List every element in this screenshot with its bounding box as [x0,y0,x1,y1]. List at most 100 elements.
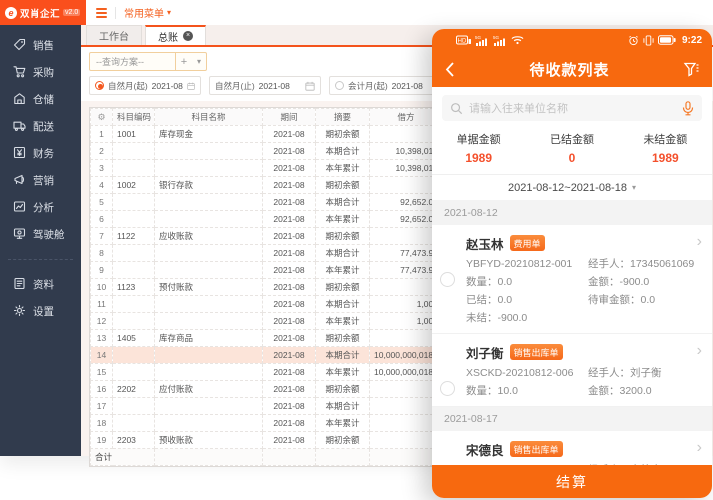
sidebar-item-tag[interactable]: 销售 [0,32,81,59]
settle-button[interactable]: 结算 [432,465,712,498]
voice-input-icon[interactable] [682,101,694,116]
menu-toggle-icon[interactable] [96,8,107,18]
tab-总账[interactable]: 总账× [145,25,206,45]
table-cell: 2021-08 [263,160,316,177]
table-row[interactable]: 101123预付账款2021-08期初余额0 [91,279,443,296]
chevron-down-icon: ▾ [167,8,171,17]
stat-value: 0 [525,151,618,165]
table-row[interactable]: 22021-08本期合计10,398,017 [91,143,443,160]
stat-value: 1989 [619,151,712,165]
calendar-icon[interactable] [187,81,195,91]
table-row[interactable]: 11001库存现金2021-08期初余额0 [91,126,443,143]
stat-已结金额: 已结金额 0 [525,131,618,165]
table-cell [113,160,155,177]
table-cell: 17 [91,398,113,415]
table-row[interactable]: 142021-08本期合计10,000,000,018,8⋯ [91,347,443,364]
table-cell [155,296,263,313]
add-query-plan-button[interactable]: + [176,56,192,68]
table-cell: 2021-08 [263,432,316,449]
table-cell: 期初余额 [316,330,370,347]
search-input[interactable]: 请输入往来单位名称 [442,95,702,121]
sidebar-item-warehouse[interactable]: 仓储 [0,86,81,113]
filter-funnel-icon[interactable] [683,61,700,78]
table-cell: 2021-08 [263,398,316,415]
detail-right: 待审金额：0.0 [588,294,700,306]
stat-label: 已结金额 [525,131,618,147]
stat-单据金额: 单据金额1989 [432,131,525,165]
date-range-selector[interactable]: 2021-08-12~2021-08-18 ▾ [432,175,712,201]
radio-unselected-icon[interactable] [335,81,344,90]
table-cell: 预收账款 [155,432,263,449]
table-cell [113,415,155,432]
table-cell: 10 [91,279,113,296]
sidebar-item-marketing[interactable]: 营销 [0,167,81,194]
svg-text:HD: HD [458,39,467,45]
table-row[interactable]: 112021-08本期合计1,000 [91,296,443,313]
logo-icon: e [5,7,17,19]
table-cell: 8 [91,245,113,262]
sidebar-item-dashboard[interactable]: 驾驶舱 [0,221,81,248]
table-row[interactable]: 71122应收账款2021-08期初余额0 [91,228,443,245]
table-cell: 1123 [113,279,155,296]
hd-volte-icon: HD [456,35,471,45]
sidebar-item-analytics[interactable]: 分析 [0,194,81,221]
date-value: 2021-08 [152,81,183,91]
table-row[interactable]: 52021-08本期合计92,652.05 [91,194,443,211]
table-row[interactable]: 152021-08本年累计10,000,000,018,8⋯ [91,364,443,381]
table-row[interactable]: 172021-08本期合计0 [91,398,443,415]
table-cell: 2021-08 [263,415,316,432]
chevron-down-icon[interactable]: ▾ [192,57,206,66]
filter-label: 自然月(止) [215,80,255,92]
table-cell: 2021-08 [263,228,316,245]
query-plan-select[interactable]: --查询方案-- + ▾ [89,52,207,71]
table-cell: 12 [91,313,113,330]
table-row[interactable]: 92021-08本年累计77,473.95 [91,262,443,279]
column-settings-gear-icon[interactable]: ⚙ [91,109,113,126]
close-tab-icon[interactable]: × [183,31,193,41]
sidebar-item-docs[interactable]: 资料 [0,271,81,298]
back-icon[interactable] [444,61,456,78]
table-cell: 预付账款 [155,279,263,296]
table-row[interactable]: 41002银行存款2021-08期初余额0 [91,177,443,194]
tab-工作台[interactable]: 工作台 [86,25,142,45]
calendar-icon[interactable] [305,81,315,91]
table-cell: 2021-08 [263,381,316,398]
sidebar-item-finance[interactable]: 财务 [0,140,81,167]
table-row[interactable]: 192203预收账款2021-08期初余额0 [91,432,443,449]
stat-未结金额: 未结金额1989 [619,131,712,165]
table-row[interactable]: 131405库存商品2021-08期初余额0 [91,330,443,347]
card-detail-row: YBFYD-20210812-001经手人：17345061069 [466,258,700,270]
receivable-card[interactable]: 刘子衡销售出库单›XSCKD-20210812-006经手人：刘子衡数量：10.… [432,334,712,407]
customer-name: 宋德良 [466,440,504,459]
sidebar-item-truck[interactable]: 配送 [0,113,81,140]
natural-month-start-filter[interactable]: 自然月(起) 2021-08 [89,76,201,95]
table-cell: 应收账款 [155,228,263,245]
table-row[interactable]: 122021-08本年累计1,000 [91,313,443,330]
customer-name: 刘子衡 [466,343,504,362]
table-cell: 库存现金 [155,126,263,143]
table-cell: 1001 [113,126,155,143]
ledger-table: ⚙科目编码科目名称期间摘要借方 11001库存现金2021-08期初余额0220… [89,107,443,467]
sidebar-item-label: 营销 [33,173,54,188]
table-row[interactable]: 162202应付账款2021-08期初余额0 [91,381,443,398]
desktop-topbar: e 双肖企汇 v2.0 常用菜单 ▾ [0,0,713,25]
natural-month-end-filter[interactable]: 自然月(止) 2021-08 [209,76,321,95]
table-cell: 14 [91,347,113,364]
sidebar-item-cart[interactable]: 采购 [0,59,81,86]
table-row[interactable]: 62021-08本年累计92,652.05 [91,211,443,228]
phone-body: 请输入往来单位名称 单据金额1989已结金额 0未结金额1989 2021-08-… [432,87,712,498]
table-row[interactable]: 32021-08本年累计10,398,017 [91,160,443,177]
table-row[interactable]: 182021-08本年累计0 [91,415,443,432]
radio-selected-icon[interactable] [95,81,104,90]
sidebar-item-settings[interactable]: 设置 [0,298,81,325]
select-checkbox[interactable] [440,381,455,396]
table-cell: 2202 [113,381,155,398]
select-checkbox[interactable] [440,272,455,287]
sidebar-item-label: 设置 [33,304,54,319]
table-row[interactable]: 82021-08本期合计77,473.95 [91,245,443,262]
wifi-icon [511,35,524,45]
receivable-card[interactable]: 赵玉林费用单›YBFYD-20210812-001经手人：17345061069… [432,225,712,334]
common-menu-button[interactable]: 常用菜单 ▾ [124,5,171,20]
column-header: 期间 [263,109,316,126]
table-cell [113,347,155,364]
